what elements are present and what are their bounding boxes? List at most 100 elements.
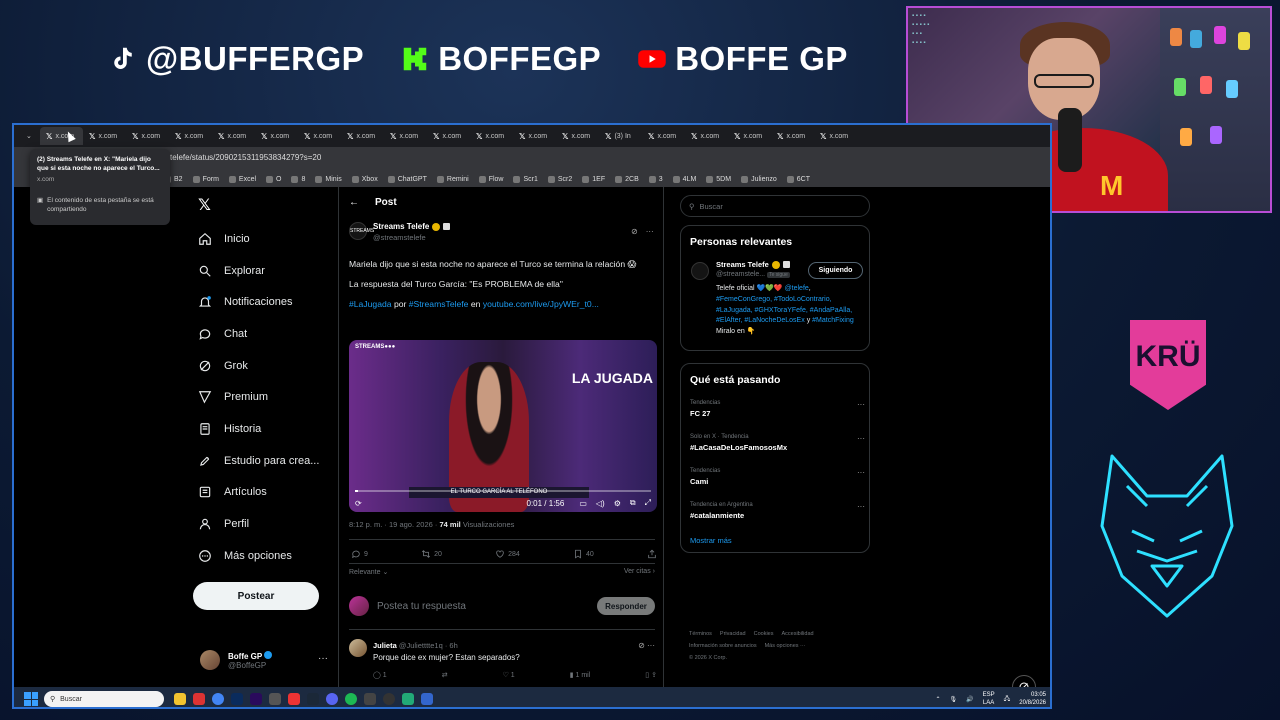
bookmark-item[interactable]: Excel	[228, 175, 256, 183]
sidebar-item-explorar[interactable]: Explorar	[198, 255, 338, 287]
footer-link[interactable]: Privacidad	[720, 631, 746, 637]
steam-icon[interactable]	[307, 693, 319, 705]
bio-hashtag[interactable]: #MatchFixing	[812, 317, 854, 324]
photoshop-icon[interactable]	[231, 693, 243, 705]
footer-link[interactable]: Información sobre anuncios	[689, 643, 757, 649]
search-input[interactable]: ⚲ Buscar	[680, 195, 870, 217]
like-button[interactable]: 284	[495, 549, 520, 559]
bookmark-item[interactable]: 1EF	[582, 175, 605, 183]
reply-button[interactable]: 9	[351, 549, 368, 559]
browser-tab[interactable]: 𝕏x.com	[685, 127, 728, 145]
comment-like-button[interactable]: ♡ 1	[503, 671, 515, 679]
bio-mention-link[interactable]: @telefe	[785, 285, 809, 292]
trend-more-icon[interactable]: ···	[857, 468, 865, 477]
sidebar-item-más-opciones[interactable]: Más opciones	[198, 540, 338, 572]
browser-tab[interactable]: 𝕏x.com	[384, 127, 427, 145]
sidebar-item-perfil[interactable]: Perfil	[198, 508, 338, 540]
browser-tab[interactable]: 𝕏x.com	[771, 127, 814, 145]
bookmark-item[interactable]: 5DM	[706, 175, 731, 183]
grok-icon[interactable]: ⊘	[631, 227, 638, 236]
browser-tab[interactable]: 𝕏x.com	[255, 127, 298, 145]
file-explorer-icon[interactable]	[174, 693, 186, 705]
bookmark-item[interactable]: 8	[291, 175, 305, 183]
browser-tab[interactable]: 𝕏x.com	[427, 127, 470, 145]
bookmark-item[interactable]: Julienzo	[741, 175, 777, 183]
sidebar-item-artículos[interactable]: Artículos	[198, 477, 338, 509]
account-switcher[interactable]: Boffe GP @BoffeGP	[200, 650, 273, 670]
browser-tab[interactable]: 𝕏x.com	[298, 127, 341, 145]
comment-more-icon[interactable]: ⊘ ···	[638, 641, 655, 650]
bookmark-item[interactable]: ChatGPT	[387, 175, 427, 183]
account-more-icon[interactable]: ···	[318, 653, 328, 664]
comment-bookmark-button[interactable]: ▯ ⇪	[645, 671, 657, 679]
trend-item[interactable]: Tendencias Cami ···	[690, 468, 865, 486]
browser-tab[interactable]: 𝕏x.com	[470, 127, 513, 145]
commenter-avatar[interactable]	[349, 639, 367, 657]
premiere-icon[interactable]	[250, 693, 262, 705]
language-indicator[interactable]: ESP LAA	[983, 691, 995, 707]
back-arrow-icon[interactable]: ←	[349, 197, 359, 208]
app-icon[interactable]	[193, 693, 205, 705]
relevant-name[interactable]: Streams Telefe	[716, 260, 769, 269]
view-quotes-link[interactable]: Ver citas ›	[624, 568, 655, 576]
footer-link[interactable]: Más opciones ···	[765, 643, 806, 649]
browser-tab[interactable]: 𝕏x.com	[126, 127, 169, 145]
app-icon[interactable]	[402, 693, 414, 705]
taskbar-clock[interactable]: 03:05 20/8/2026	[1019, 691, 1046, 707]
trend-item[interactable]: Tendencias FC 27 ···	[690, 400, 865, 418]
post-author[interactable]: STREAMS Streams Telefe @streamstelefe	[349, 222, 451, 242]
following-button[interactable]: Siguiendo	[808, 262, 863, 279]
bookmark-item[interactable]: Minis	[315, 175, 342, 183]
bookmark-item[interactable]: Xbox	[351, 175, 378, 183]
trend-item[interactable]: Solo en X · Tendencia #LaCasaDeLosFamosos…	[690, 434, 865, 452]
reply-submit-button[interactable]: Responder	[597, 597, 655, 615]
post-more-icon[interactable]: ···	[646, 227, 654, 236]
video-player[interactable]: STREAMS●●● LA JUGADA EL TURCO GARCÍA AL …	[349, 340, 657, 512]
windows-start-icon[interactable]	[24, 692, 38, 706]
sidebar-item-premium[interactable]: Premium	[198, 381, 338, 413]
bookmark-item[interactable]: Scr1	[513, 175, 538, 183]
post-timestamp[interactable]: 8:12 p. m. · 19 ago. 2026 ·	[349, 520, 437, 529]
obs-icon[interactable]	[383, 693, 395, 705]
volume-icon[interactable]: 🔊	[966, 696, 973, 703]
sidebar-item-historia[interactable]: Historia	[198, 413, 338, 445]
sidebar-item-chat[interactable]: Chat	[198, 318, 338, 350]
browser-tab[interactable]: 𝕏x.com	[642, 127, 685, 145]
author-avatar[interactable]: STREAMS	[349, 222, 374, 240]
bookmark-item[interactable]: Flow	[478, 175, 503, 183]
avatar[interactable]	[691, 262, 709, 280]
app-icon[interactable]	[288, 693, 300, 705]
comment-reply-button[interactable]: ◯ 1	[373, 671, 387, 679]
footer-link[interactable]: Términos	[689, 631, 712, 637]
comment-views[interactable]: ▮ 1 mil	[570, 671, 591, 679]
discord-icon[interactable]	[326, 693, 338, 705]
tray-chevron-icon[interactable]: ⌃	[935, 696, 940, 703]
bookmark-button[interactable]: 40	[573, 549, 594, 559]
reply-input[interactable]: Postea tu respuesta	[377, 601, 589, 612]
captions-icon[interactable]: ▭	[579, 499, 587, 508]
trend-more-icon[interactable]: ···	[857, 434, 865, 443]
network-icon[interactable]: 🖧	[1004, 694, 1011, 704]
footer-link[interactable]: Cookies	[754, 631, 774, 637]
volume-icon[interactable]: ◁)	[596, 499, 605, 508]
spotify-icon[interactable]	[345, 693, 357, 705]
chrome-icon[interactable]	[212, 693, 224, 705]
bookmark-item[interactable]: Form	[192, 175, 219, 183]
hashtag-link[interactable]: #LaJugada	[349, 299, 392, 309]
show-more-link[interactable]: Mostrar más	[690, 536, 732, 545]
mention-link[interactable]: #StreamsTelefe	[409, 299, 469, 309]
relevant-handle[interactable]: @streamstele...	[716, 271, 765, 278]
browser-tab[interactable]: 𝕏x.com	[341, 127, 384, 145]
replay-icon[interactable]: ⟳	[355, 499, 362, 508]
browser-tab[interactable]: 𝕏x.com	[169, 127, 212, 145]
bookmark-item[interactable]: 6CT	[786, 175, 810, 183]
bookmark-item[interactable]: Scr2	[547, 175, 572, 183]
bookmark-item[interactable]: 2CB	[615, 175, 639, 183]
bookmark-item[interactable]: O	[266, 175, 281, 183]
bookmark-item[interactable]: 3	[648, 175, 663, 183]
browser-tab[interactable]: 𝕏 (3) In	[599, 127, 642, 145]
settings-icon[interactable]: ⚙	[614, 499, 621, 508]
pip-icon[interactable]: ⧉	[630, 498, 636, 508]
browser-tab[interactable]: 𝕏x.com	[728, 127, 771, 145]
video-link[interactable]: youtube.com/live/JpyWEr_t0...	[483, 299, 599, 309]
